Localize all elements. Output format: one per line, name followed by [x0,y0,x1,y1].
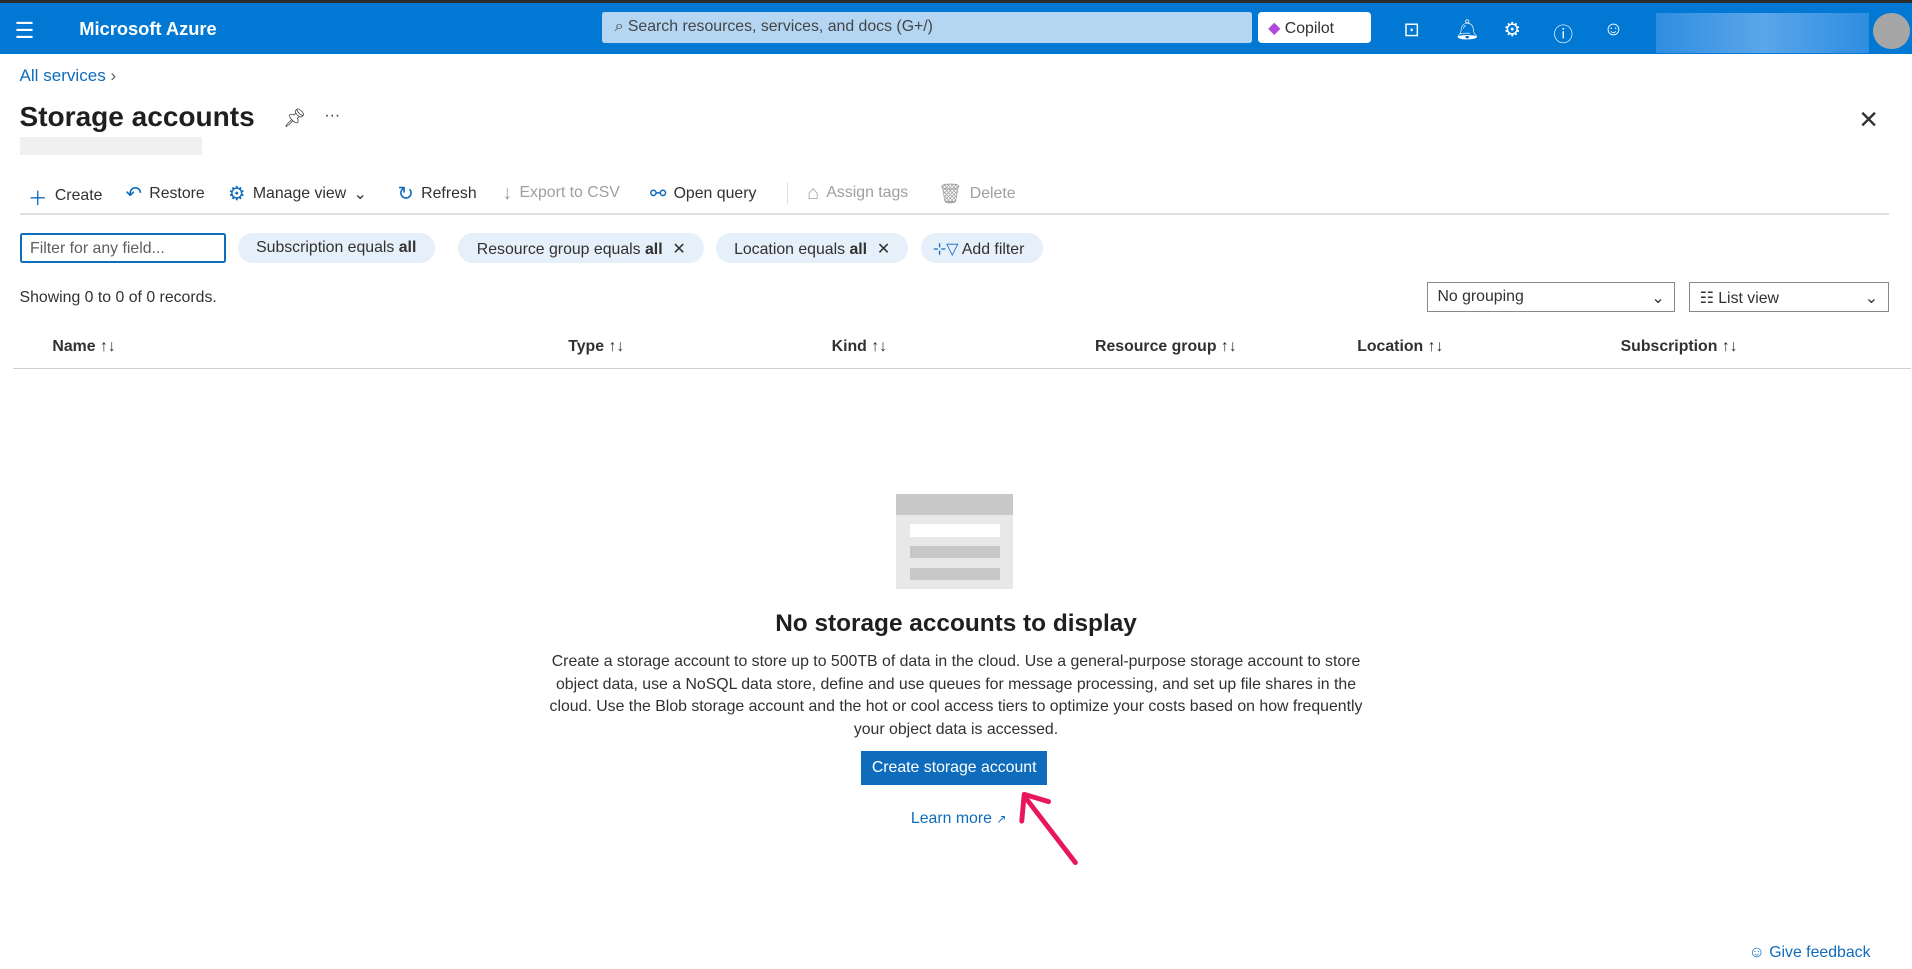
search-icon: ⌕ [614,17,628,35]
page-title: Storage accounts [19,101,255,133]
divider [786,181,788,204]
export-csv-button[interactable]: ↓ Export to CSV [502,182,619,205]
more-icon[interactable]: ··· [324,107,340,125]
learn-more-link[interactable]: Learn more ↗ [911,810,1007,828]
column-header-subscription[interactable]: Subscription ↑↓ [1621,338,1738,356]
assign-tags-button[interactable]: ⌂ Assign tags [807,182,908,205]
trash-icon: 🗑︎ [937,182,963,205]
column-header-resource-group[interactable]: Resource group ↑↓ [1095,338,1237,356]
gear-icon[interactable]: ⚙ [1504,18,1521,42]
refresh-button[interactable]: ↻ Refresh [398,182,477,206]
close-icon: ✕ [672,240,686,258]
top-bar: ☰ Microsoft Azure ⌕ Search resources, se… [0,0,1912,54]
feedback-icon[interactable]: ☺ [1604,18,1624,41]
empty-state-illustration [896,493,1014,589]
gear-icon: ⚙ [228,182,246,205]
query-icon: ⚯ [649,182,667,205]
resource-group-filter-pill[interactable]: Resource group equals all ✕ [458,232,704,264]
chevron-down-icon: ⌄ [1651,289,1665,307]
grouping-dropdown[interactable]: No grouping ⌄ [1426,281,1676,313]
chevron-down-icon: ⌄ [1864,289,1879,307]
bell-icon[interactable]: 🔔︎ [1455,18,1480,42]
divider [13,368,1911,370]
divider [19,213,1889,215]
list-icon: ☷ [1699,289,1714,307]
menu-icon[interactable]: ☰ [15,18,35,44]
external-link-icon: ↗ [996,811,1007,826]
brand[interactable]: Microsoft Azure [79,18,216,40]
records-count: Showing 0 to 0 of 0 records. [19,288,217,306]
empty-state-description: Create a storage account to store up to … [549,653,1363,738]
column-header-kind[interactable]: Kind ↑↓ [832,338,887,356]
help-icon[interactable]: ⓘ [1554,18,1574,47]
copilot-icon: ◆ [1268,19,1281,37]
column-header-type[interactable]: Type ↑↓ [568,338,624,356]
pin-icon[interactable]: 📌︎ [283,107,306,129]
add-filter-button[interactable]: ⊹▽ Add filter [920,232,1043,264]
give-feedback-link[interactable]: ☺ Give feedback [1749,944,1871,962]
create-storage-account-button[interactable]: Create storage account [860,751,1048,786]
empty-state-title: No storage accounts to display [775,609,1137,637]
cloud-shell-icon[interactable]: ⊡ [1404,18,1420,42]
close-icon[interactable]: ✕ [1858,105,1878,135]
create-button[interactable]: ＋ Create [28,182,102,211]
chevron-down-icon: ⌄ [353,185,367,203]
delete-button[interactable]: 🗑︎ Delete [938,182,1016,206]
column-header-name[interactable]: Name ↑↓ [52,338,115,356]
filter-add-icon: ⊹▽ [932,240,959,258]
breadcrumb[interactable]: All services › [20,66,117,86]
subscription-filter-pill[interactable]: Subscription equals all [237,232,435,264]
account-info[interactable] [1655,12,1870,53]
open-query-button[interactable]: ⚯ Open query [650,182,756,206]
restore-icon: ↶ [125,182,142,205]
restore-button[interactable]: ↶ Restore [126,182,205,206]
refresh-icon: ↻ [397,182,414,205]
global-search-input[interactable]: ⌕ Search resources, services, and docs (… [602,11,1253,44]
close-icon: ✕ [876,240,891,258]
filter-input[interactable]: Filter for any field... [19,232,226,264]
copilot-button[interactable]: ◆ Copilot [1258,11,1371,44]
manage-view-button[interactable]: ⚙ Manage view ⌄ [228,182,367,206]
column-header-location[interactable]: Location ↑↓ [1357,338,1443,356]
annotation-arrow-icon [1019,791,1078,865]
avatar[interactable] [1872,12,1910,50]
plus-icon: ＋ [28,187,48,210]
tag-icon: ⌂ [807,181,820,204]
feedback-icon: ☺ [1748,943,1765,961]
redacted-subtitle [19,136,203,155]
download-icon: ↓ [502,181,513,204]
location-filter-pill[interactable]: Location equals all ✕ [715,232,909,264]
view-dropdown[interactable]: ☷ List view ⌄ [1688,281,1889,313]
